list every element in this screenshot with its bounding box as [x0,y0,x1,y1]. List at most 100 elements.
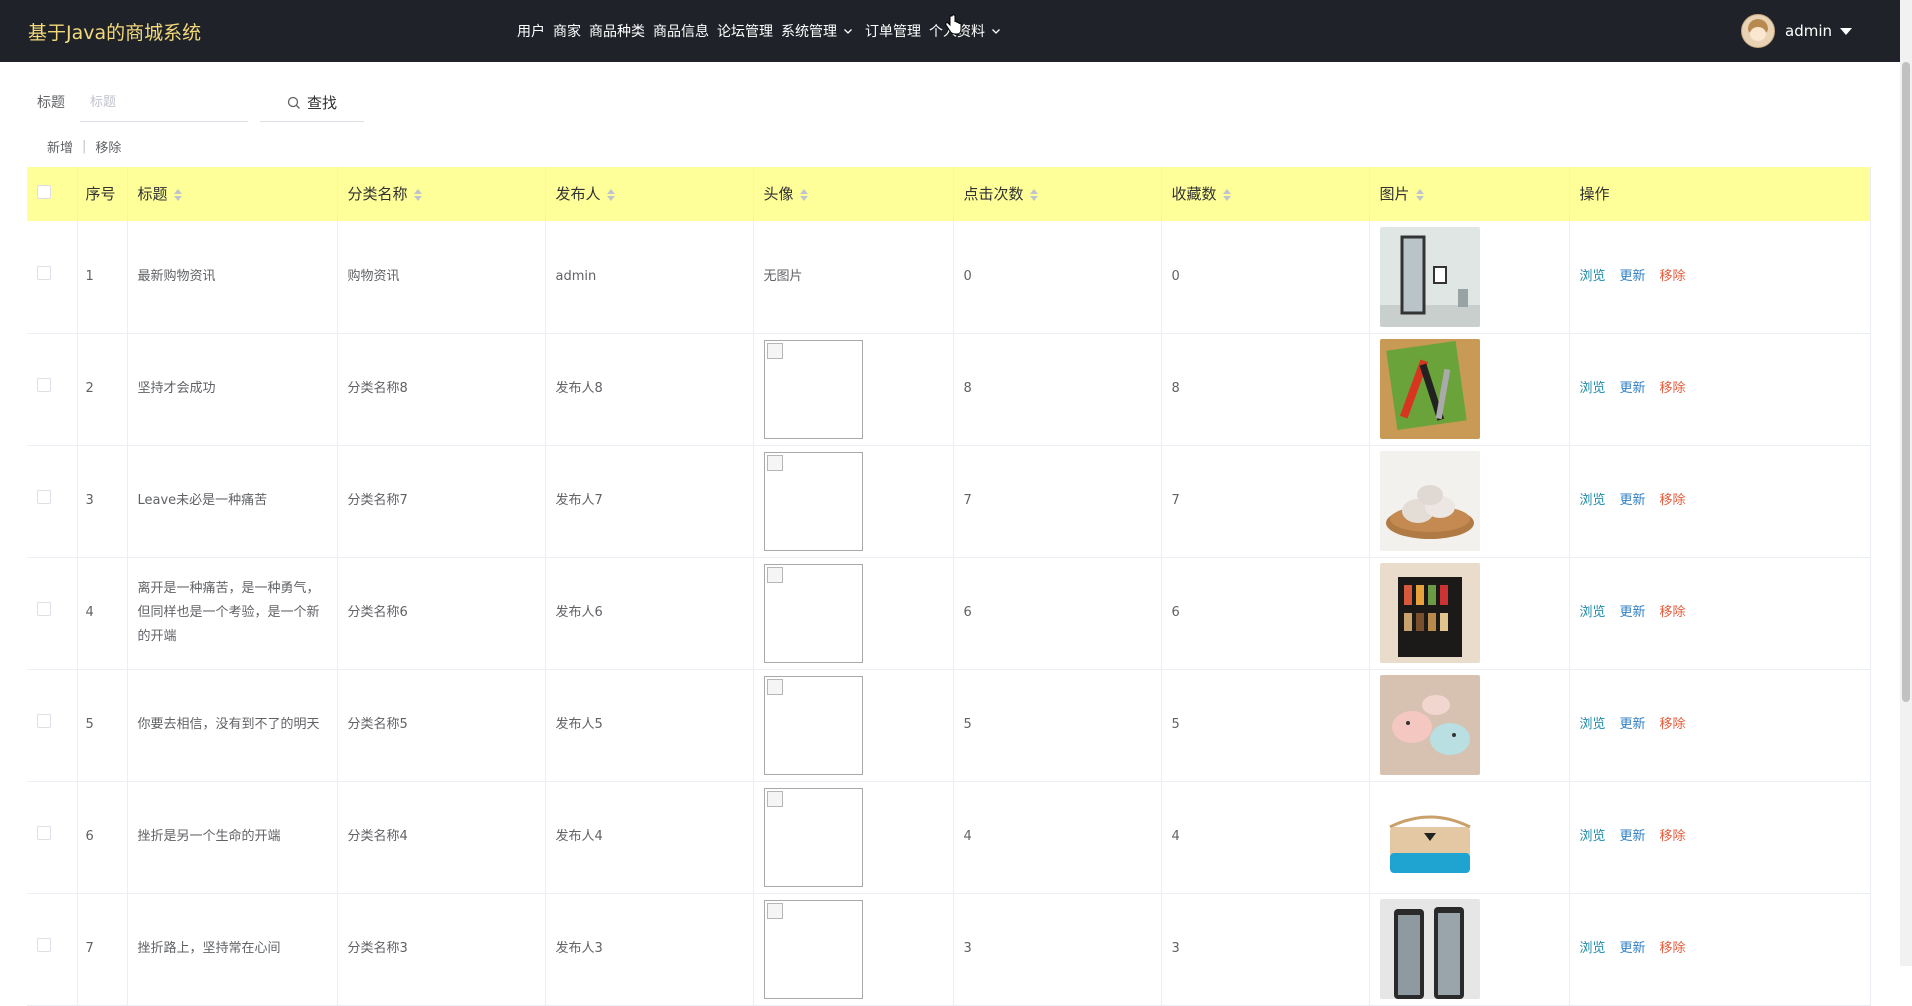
nav-item-label: 系统管理 [781,24,837,40]
product-picture[interactable] [1379,675,1480,775]
row-favorites: 4 [1161,781,1370,894]
row-index: 4 [77,557,128,670]
row-avatar [753,781,954,894]
update-button[interactable]: 更新 [1620,493,1646,508]
row-select-cell[interactable] [27,893,78,1006]
row-checkbox[interactable] [37,826,51,840]
update-button[interactable]: 更新 [1620,941,1646,956]
row-select-cell[interactable] [27,221,78,334]
nav-item[interactable]: 商品种类 [589,21,645,41]
scrollbar-thumb[interactable] [1902,62,1910,702]
view-button[interactable]: 浏览 [1580,381,1606,396]
bulk-actions: 新增 | 移除 [47,137,121,156]
header-picture[interactable]: 图片 [1369,167,1570,221]
update-button[interactable]: 更新 [1620,381,1646,396]
update-button[interactable]: 更新 [1620,829,1646,844]
product-picture[interactable] [1379,787,1480,887]
product-picture[interactable] [1379,451,1480,551]
row-checkbox[interactable] [37,714,51,728]
row-title: 挫折路上，坚持常在心间 [127,893,338,1006]
row-checkbox[interactable] [37,490,51,504]
nav-item[interactable]: 商家 [553,21,581,41]
row-index: 5 [77,669,128,782]
hand-cursor-icon [945,14,962,35]
header-operations: 操作 [1569,167,1871,221]
data-table: 序号 标题 分类名称 发布人 头像 点击次数 收藏数 图片 操作 1 最新购物资讯… [27,167,1871,1006]
nav-item[interactable]: 个人资料 [929,21,1001,41]
search-button[interactable]: 查找 [260,84,364,122]
update-button[interactable]: 更新 [1620,717,1646,732]
header-select-all[interactable] [27,167,78,221]
row-checkbox[interactable] [37,378,51,392]
remove-button[interactable]: 移除 [1660,493,1686,508]
row-operations: 浏览 更新 移除 [1569,781,1871,894]
view-button[interactable]: 浏览 [1580,605,1606,620]
remove-button[interactable]: 移除 [1660,605,1686,620]
table-row: 4 离开是一种痛苦，是一种勇气，但同样也是一个考验，是一个新的开端 分类名称6 发布人… [27,557,1871,670]
row-publisher: admin [545,221,754,334]
row-checkbox[interactable] [37,938,51,952]
sort-icon[interactable] [799,188,808,201]
nav-item[interactable]: 用户 [517,21,545,41]
update-button[interactable]: 更新 [1620,605,1646,620]
product-picture[interactable] [1379,226,1480,327]
view-button[interactable]: 浏览 [1580,493,1606,508]
sort-icon[interactable] [173,188,182,201]
view-button[interactable]: 浏览 [1580,941,1606,956]
remove-button[interactable]: 移除 [1660,717,1686,732]
sort-icon[interactable] [1029,188,1038,201]
row-select-cell[interactable] [27,333,78,446]
header-favorites[interactable]: 收藏数 [1161,167,1370,221]
row-select-cell[interactable] [27,669,78,782]
product-picture[interactable] [1379,563,1480,663]
row-avatar [753,445,954,558]
nav-item[interactable]: 系统管理 [781,21,853,41]
nav-item[interactable]: 商品信息 [653,21,709,41]
page-scrollbar[interactable] [1900,0,1912,966]
sort-icon[interactable] [1222,188,1231,201]
nav-item-label: 论坛管理 [717,24,773,40]
remove-button[interactable]: 移除 [1660,941,1686,956]
select-all-checkbox[interactable] [37,185,51,199]
remove-selected-button[interactable]: 移除 [95,137,121,156]
remove-button[interactable]: 移除 [1660,381,1686,396]
update-button[interactable]: 更新 [1620,269,1646,284]
product-picture[interactable] [1379,339,1480,439]
header-publisher-label: 发布人 [555,185,601,203]
header-title[interactable]: 标题 [127,167,338,221]
user-menu[interactable]: admin [1741,14,1852,48]
header-avatar[interactable]: 头像 [753,167,954,221]
remove-button[interactable]: 移除 [1660,829,1686,844]
add-button[interactable]: 新增 [47,137,73,156]
row-select-cell[interactable] [27,781,78,894]
row-category: 分类名称8 [337,333,546,446]
view-button[interactable]: 浏览 [1580,717,1606,732]
remove-button[interactable]: 移除 [1660,269,1686,284]
app-title: 基于Java的商城系统 [28,22,202,44]
sort-icon[interactable] [1415,188,1424,201]
broken-image-icon [763,787,863,887]
sort-icon[interactable] [413,188,422,201]
view-button[interactable]: 浏览 [1580,269,1606,284]
nav-item[interactable]: 订单管理 [865,21,921,41]
sort-icon[interactable] [606,188,615,201]
header-clicks[interactable]: 点击次数 [953,167,1162,221]
nav-item[interactable]: 论坛管理 [717,21,773,41]
header-publisher[interactable]: 发布人 [545,167,754,221]
row-category: 购物资讯 [337,221,546,334]
table-row: 5 你要去相信，没有到不了的明天 分类名称5 发布人5 5 5 浏览 更新 移除 [27,669,1871,782]
row-select-cell[interactable] [27,445,78,558]
row-checkbox[interactable] [37,602,51,616]
row-favorites: 3 [1161,893,1370,1006]
row-picture [1369,333,1570,446]
row-index: 1 [77,221,128,334]
row-favorites: 8 [1161,333,1370,446]
row-select-cell[interactable] [27,557,78,670]
no-image-text: 无图片 [763,268,803,284]
row-checkbox[interactable] [37,265,51,280]
header-category[interactable]: 分类名称 [337,167,546,221]
view-button[interactable]: 浏览 [1580,829,1606,844]
product-picture[interactable] [1379,899,1480,999]
search-input[interactable] [80,84,248,122]
row-index: 6 [77,781,128,894]
